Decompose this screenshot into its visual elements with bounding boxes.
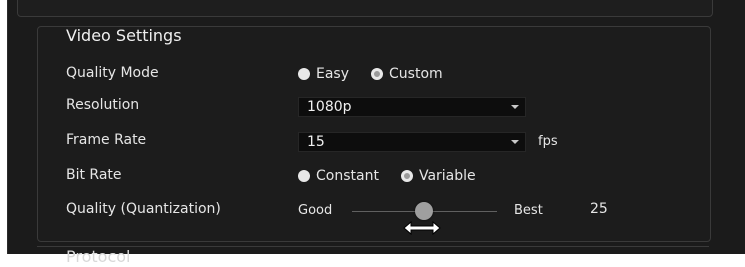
previous-section-panel	[17, 0, 713, 17]
radio-constant-label[interactable]: Constant	[316, 168, 379, 184]
bit-rate-options: Constant Variable	[298, 168, 476, 184]
radio-easy-label[interactable]: Easy	[316, 66, 349, 82]
frame-rate-value: 15	[307, 134, 325, 150]
frame-rate-label: Frame Rate	[66, 132, 147, 148]
quality-slider-thumb[interactable]	[415, 202, 433, 220]
quality-min-label: Good	[298, 203, 333, 218]
quality-max-label: Best	[514, 203, 543, 218]
quality-mode-options: Easy Custom	[298, 66, 443, 82]
radio-variable-label[interactable]: Variable	[419, 168, 476, 184]
radio-easy-icon[interactable]	[298, 68, 310, 80]
quality-value: 25	[590, 201, 608, 217]
next-section-title: Protocol	[66, 247, 131, 266]
horizontal-resize-cursor-icon	[403, 220, 441, 236]
frame-rate-unit: fps	[538, 134, 558, 149]
radio-constant-icon[interactable]	[298, 170, 310, 182]
radio-custom-icon[interactable]	[371, 68, 384, 80]
resolution-label: Resolution	[66, 97, 140, 113]
caret-down-icon	[511, 140, 519, 144]
radio-custom-label[interactable]: Custom	[389, 66, 443, 82]
frame-rate-select[interactable]: 15	[298, 132, 526, 152]
resolution-select[interactable]: 1080p	[298, 97, 526, 117]
protocol-section-divider	[37, 246, 709, 267]
radio-variable-icon[interactable]	[400, 170, 413, 182]
quality-mode-label: Quality Mode	[66, 65, 159, 81]
resolution-value: 1080p	[307, 99, 352, 115]
caret-down-icon	[511, 105, 519, 109]
section-title: Video Settings	[66, 26, 182, 45]
bit-rate-label: Bit Rate	[66, 167, 122, 183]
quality-label: Quality (Quantization)	[66, 201, 221, 217]
